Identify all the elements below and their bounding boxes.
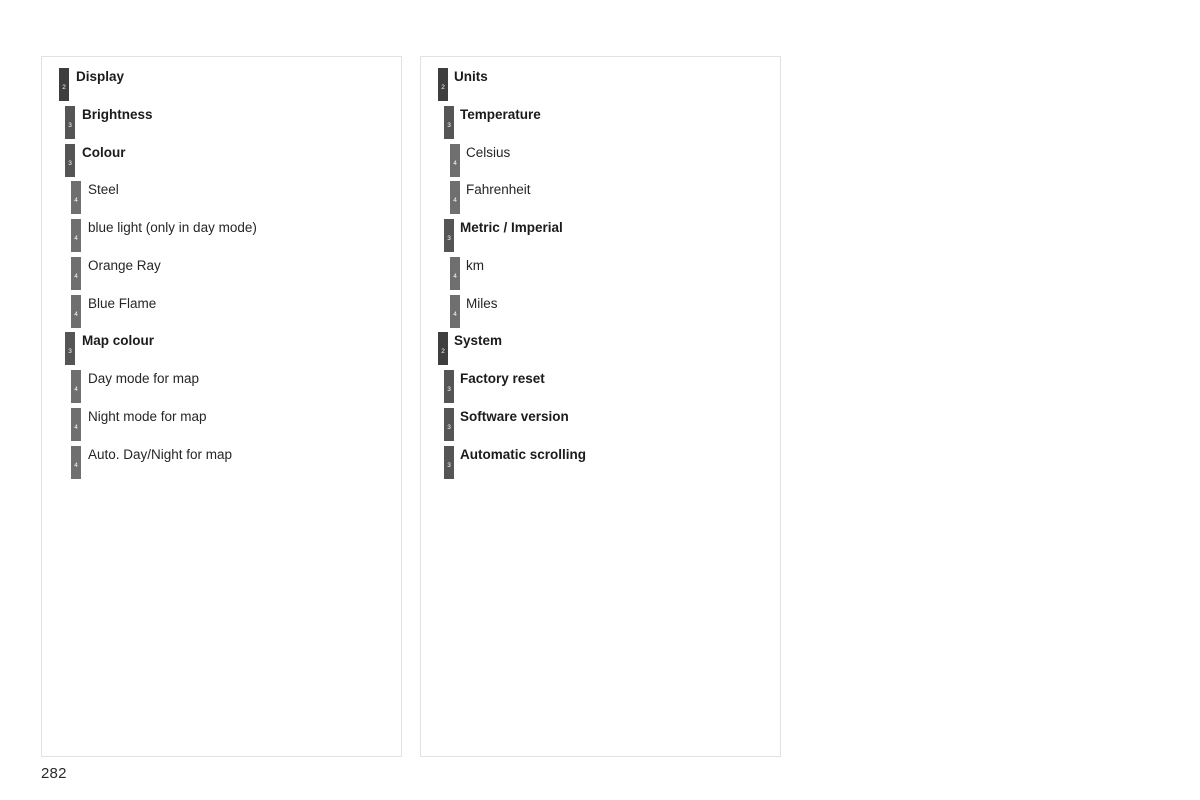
- index-entry[interactable]: 4 Steel: [42, 181, 401, 219]
- index-entry-label: Brightness: [82, 106, 153, 122]
- index-entry[interactable]: 4 Auto. Day/Night for map: [42, 445, 401, 484]
- index-entry-label: Steel: [88, 182, 119, 198]
- level-number: 4: [453, 159, 457, 167]
- level-marker-icon: 3: [65, 332, 75, 366]
- level-marker-icon: 3: [444, 445, 454, 479]
- index-column-left: 2 Display 3 Brightness 3 Colour 4 Steel 4 blue li…: [41, 56, 402, 757]
- index-entry[interactable]: 4 Celsius: [421, 143, 780, 182]
- level-number: 4: [74, 423, 78, 431]
- index-entry-label: Colour: [82, 144, 126, 160]
- index-entry-label: Temperature: [460, 106, 541, 122]
- index-entry-label: Auto. Day/Night for map: [88, 446, 233, 462]
- index-entry-label: Fahrenheit: [466, 182, 531, 198]
- level-marker-icon: 3: [444, 370, 454, 403]
- index-entry-label: Map colour: [82, 333, 155, 349]
- index-entry-label: System: [454, 333, 503, 349]
- level-number: 3: [447, 461, 451, 469]
- index-entry-label: Day mode for map: [88, 371, 200, 386]
- index-entry[interactable]: 3 Automatic scrolling: [421, 445, 780, 484]
- level-marker-icon: 3: [65, 143, 75, 177]
- level-number: 4: [74, 310, 78, 318]
- level-marker-icon: 4: [71, 294, 81, 328]
- index-entry[interactable]: 2 Units: [421, 68, 780, 106]
- index-entry[interactable]: 4 blue light (only in day mode): [42, 219, 401, 257]
- index-entry-label: Night mode for map: [88, 408, 207, 424]
- index-entry-label: Metric / Imperial: [460, 220, 563, 235]
- level-number: 3: [68, 348, 72, 356]
- level-marker-icon: 4: [71, 219, 81, 252]
- index-entry-label: Orange Ray: [88, 257, 161, 273]
- level-marker-icon: 4: [71, 445, 81, 479]
- index-entry-label: Automatic scrolling: [460, 446, 587, 462]
- index-entry-label: Miles: [466, 295, 498, 311]
- level-marker-icon: 4: [71, 370, 81, 403]
- level-marker-icon: 4: [71, 256, 81, 290]
- index-entry[interactable]: 3 Map colour: [42, 332, 401, 370]
- index-entry-label: blue light (only in day mode): [88, 220, 257, 235]
- index-entry[interactable]: 4 Blue Flame: [42, 294, 401, 333]
- manual-index-page: 2 Display 3 Brightness 3 Colour 4 Steel 4 blue li…: [0, 0, 1200, 800]
- index-entry[interactable]: 3 Brightness: [42, 105, 401, 144]
- level-number: 4: [453, 310, 457, 318]
- level-number: 2: [62, 84, 66, 91]
- level-number: 4: [74, 272, 78, 280]
- index-entry[interactable]: 4 Fahrenheit: [421, 181, 780, 219]
- index-entry[interactable]: 2 Display: [42, 68, 401, 106]
- level-marker-icon: 2: [59, 68, 69, 101]
- level-number: 3: [447, 235, 451, 242]
- index-column-left-body: 2 Display 3 Brightness 3 Colour 4 Steel 4 blue li…: [42, 57, 401, 756]
- index-entry[interactable]: 3 Metric / Imperial: [421, 219, 780, 257]
- index-entry-label: Software version: [460, 408, 569, 424]
- level-marker-icon: 3: [65, 105, 75, 139]
- level-marker-icon: 2: [438, 68, 448, 101]
- level-number: 4: [74, 386, 78, 393]
- level-number: 4: [74, 197, 78, 205]
- level-number: 3: [447, 423, 451, 431]
- index-entry-label: km: [466, 257, 484, 273]
- level-number: 4: [74, 461, 78, 469]
- level-marker-icon: 3: [444, 105, 454, 139]
- index-entry[interactable]: 4 km: [421, 256, 780, 295]
- level-marker-icon: 3: [444, 407, 454, 441]
- level-marker-icon: 4: [450, 143, 460, 177]
- index-entry[interactable]: 3 Temperature: [421, 105, 780, 144]
- index-column-right-body: 2 Units 3 Temperature 4 Celsius 4 Fahrenheit 3 Me…: [421, 57, 780, 756]
- index-entry[interactable]: 4 Miles: [421, 294, 780, 333]
- index-entry-label: Blue Flame: [88, 295, 157, 311]
- index-entry[interactable]: 3 Software version: [421, 407, 780, 446]
- index-entry-label: Factory reset: [460, 371, 545, 386]
- index-entry[interactable]: 3 Factory reset: [421, 370, 780, 408]
- level-number: 3: [447, 386, 451, 393]
- level-number: 3: [68, 159, 72, 167]
- level-number: 4: [453, 272, 457, 280]
- level-marker-icon: 4: [450, 294, 460, 328]
- index-entry[interactable]: 4 Night mode for map: [42, 407, 401, 446]
- level-number: 3: [447, 121, 451, 129]
- level-marker-icon: 4: [450, 256, 460, 290]
- level-marker-icon: 4: [71, 181, 81, 215]
- index-column-right: 2 Units 3 Temperature 4 Celsius 4 Fahrenheit 3 Me…: [420, 56, 781, 757]
- index-entry-label: Celsius: [466, 144, 511, 160]
- level-number: 4: [74, 235, 78, 242]
- index-entry-label: Display: [76, 69, 125, 84]
- level-marker-icon: 2: [438, 332, 448, 366]
- level-number: 2: [441, 84, 445, 91]
- index-entry[interactable]: 3 Colour: [42, 143, 401, 182]
- page-number: 282: [41, 765, 67, 782]
- level-marker-icon: 4: [71, 407, 81, 441]
- index-entry[interactable]: 4 Day mode for map: [42, 370, 401, 408]
- index-entry[interactable]: 4 Orange Ray: [42, 256, 401, 295]
- level-marker-icon: 3: [444, 219, 454, 252]
- level-marker-icon: 4: [450, 181, 460, 215]
- level-number: 4: [453, 197, 457, 205]
- index-entry-label: Units: [454, 69, 488, 84]
- level-number: 3: [68, 121, 72, 129]
- index-entry[interactable]: 2 System: [421, 332, 780, 370]
- level-number: 2: [441, 348, 445, 356]
